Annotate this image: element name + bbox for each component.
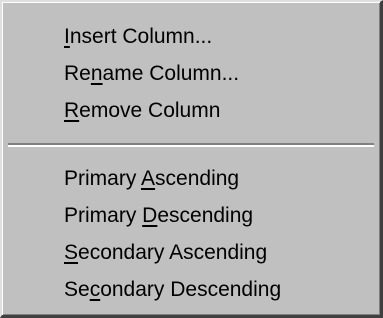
mnemonic-letter: A <box>141 167 156 190</box>
menu-item-secondary-descending[interactable]: Secondary Descending <box>2 271 380 308</box>
menu-item-label-post: escending <box>157 204 254 227</box>
menu-item-label-pre: Primary <box>64 167 142 190</box>
column-context-menu: Insert Column... Rename Column... Remove… <box>0 0 383 318</box>
menu-item-insert-column[interactable]: Insert Column... <box>2 18 380 55</box>
menu-item-label-post: ondary Descending <box>100 278 282 301</box>
mnemonic-letter: c <box>89 278 101 301</box>
menu-item-label-post: nsert Column... <box>69 25 213 48</box>
menu-item-secondary-ascending[interactable]: Secondary Ascending <box>2 234 380 271</box>
mnemonic-letter: R <box>64 99 80 122</box>
menu-item-primary-ascending[interactable]: Primary Ascending <box>2 160 380 197</box>
menu-item-label-pre: Se <box>64 278 90 301</box>
menu-item-label-post: scending <box>155 167 240 190</box>
menu-item-remove-column[interactable]: Remove Column <box>2 92 380 129</box>
mnemonic-letter: S <box>64 241 79 264</box>
menu-item-label-pre: Primary <box>64 204 143 227</box>
menu-item-primary-descending[interactable]: Primary Descending <box>2 197 380 234</box>
menu-item-label-post: econdary Ascending <box>78 241 268 264</box>
menu-item-label-pre: Re <box>64 62 91 85</box>
column-edit-group: Insert Column... Rename Column... Remove… <box>2 2 380 129</box>
mnemonic-letter: D <box>142 204 158 227</box>
mnemonic-letter: n <box>90 62 103 85</box>
menu-item-rename-column[interactable]: Rename Column... <box>2 55 380 92</box>
menu-item-label-post: emove Column <box>79 99 221 122</box>
menu-item-label-post: ame Column... <box>102 62 240 85</box>
menu-separator <box>8 143 374 147</box>
sort-order-group: Primary Ascending Primary Descending Sec… <box>2 160 380 308</box>
